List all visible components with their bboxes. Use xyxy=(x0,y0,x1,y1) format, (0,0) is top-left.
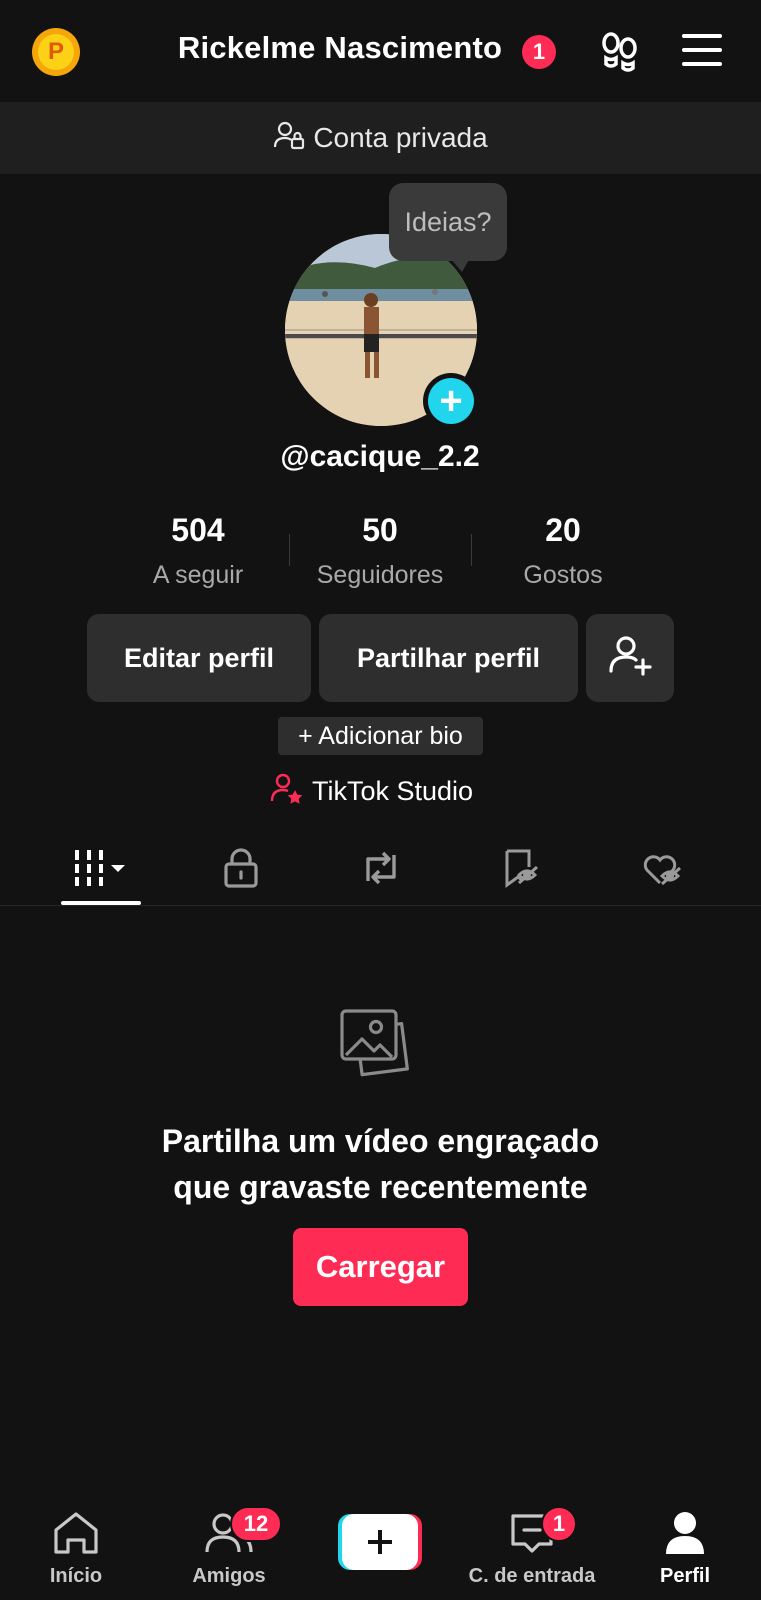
ideas-bubble[interactable]: Ideias? xyxy=(389,183,507,261)
stat-following-value: 504 xyxy=(171,512,225,548)
stat-divider xyxy=(471,534,472,566)
notification-badge: 1 xyxy=(522,35,556,69)
tab-divider xyxy=(0,905,761,906)
add-bio-button[interactable]: + Adicionar bio xyxy=(278,717,483,755)
stat-likes[interactable]: 20 Gostos xyxy=(478,512,648,590)
nav-profile-label: Perfil xyxy=(659,1565,711,1587)
stat-divider xyxy=(289,534,290,566)
repost-icon xyxy=(358,847,404,894)
add-user-icon xyxy=(606,631,654,686)
private-account-icon xyxy=(273,119,305,158)
coin-letter: P xyxy=(38,34,74,70)
inbox-badge: 1 xyxy=(541,1506,577,1542)
tab-private[interactable] xyxy=(201,840,281,900)
stat-followers[interactable]: 50 Seguidores xyxy=(295,512,465,590)
tab-liked[interactable] xyxy=(621,840,701,900)
username-handle: @cacique_2.2 xyxy=(280,440,480,473)
footprint-icon[interactable] xyxy=(598,30,642,74)
bubble-tail xyxy=(450,258,470,272)
home-icon xyxy=(51,1510,101,1561)
tab-reposts[interactable] xyxy=(341,840,421,900)
heart-hidden-icon xyxy=(638,847,684,894)
nav-home[interactable]: Início xyxy=(6,1510,146,1588)
nav-home-label: Início xyxy=(49,1565,103,1587)
bookmark-hidden-icon xyxy=(499,847,543,894)
friends-badge: 12 xyxy=(230,1506,282,1542)
nav-inbox-label: C. de entrada xyxy=(468,1565,596,1587)
empty-state-message: Partilha um vídeo engraçado que gravaste… xyxy=(120,1118,641,1210)
nav-inbox[interactable]: C. de entrada xyxy=(462,1510,602,1588)
grid-icon xyxy=(71,848,131,893)
stat-followers-value: 50 xyxy=(362,512,398,548)
add-friend-button[interactable] xyxy=(586,614,674,702)
stat-following-label: A seguir xyxy=(152,561,244,589)
add-avatar-button[interactable]: + xyxy=(423,373,479,429)
studio-icon xyxy=(270,771,304,812)
coin-icon[interactable]: P xyxy=(32,28,80,76)
upload-button[interactable]: Carregar xyxy=(293,1228,468,1306)
stat-likes-label: Gostos xyxy=(523,561,603,589)
tiktok-studio-link[interactable]: TikTok Studio xyxy=(270,771,500,811)
menu-icon[interactable] xyxy=(682,34,722,70)
tab-favorites[interactable] xyxy=(481,840,561,900)
profile-name[interactable]: Rickelme Nascimento xyxy=(160,30,520,66)
empty-state-line2: que gravaste recentemente xyxy=(173,1169,588,1205)
photo-stack-icon xyxy=(336,1003,426,1093)
share-profile-button[interactable]: Partilhar perfil xyxy=(319,614,578,702)
profile-icon xyxy=(660,1510,710,1561)
tab-videos[interactable] xyxy=(61,840,141,900)
nav-friends-label: Amigos xyxy=(192,1565,266,1587)
studio-label: TikTok Studio xyxy=(312,775,474,806)
stat-followers-label: Seguidores xyxy=(316,561,444,589)
nav-profile[interactable]: Perfil xyxy=(615,1510,755,1588)
stat-following[interactable]: 504 A seguir xyxy=(113,512,283,590)
private-account-label: Conta privada xyxy=(313,122,488,153)
private-account-bar: Conta privada xyxy=(0,102,761,174)
empty-state-line1: Partilha um vídeo engraçado xyxy=(161,1123,600,1159)
create-button[interactable] xyxy=(338,1514,422,1570)
stat-likes-value: 20 xyxy=(545,512,581,548)
edit-profile-button[interactable]: Editar perfil xyxy=(87,614,311,702)
plus-icon: + xyxy=(428,378,474,424)
lock-icon xyxy=(221,847,261,894)
